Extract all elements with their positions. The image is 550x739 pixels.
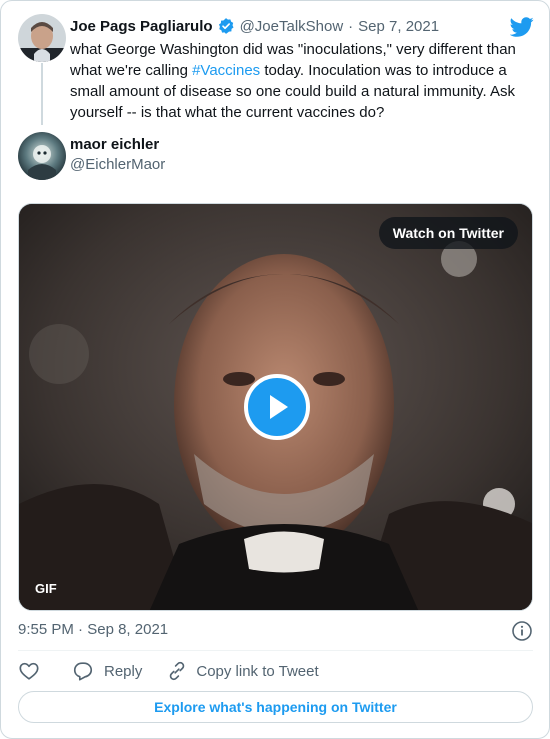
- thread-connector-line: [41, 63, 43, 125]
- gif-media[interactable]: Watch on Twitter GIF: [18, 203, 533, 611]
- play-icon: [264, 393, 290, 421]
- verified-badge-icon: [217, 17, 235, 35]
- reply-icon: [72, 660, 94, 682]
- divider: [18, 650, 533, 651]
- twitter-bird-icon[interactable]: [509, 15, 534, 39]
- tweet-text: what George Washington did was "inoculat…: [70, 39, 530, 123]
- timestamp-time: 9:55 PM: [18, 621, 74, 638]
- gif-label: GIF: [35, 581, 57, 596]
- header-separator: ·: [348, 17, 354, 35]
- explore-twitter-button[interactable]: Explore what's happening on Twitter: [18, 691, 533, 723]
- action-bar: Reply Copy link to Tweet: [18, 659, 319, 683]
- play-button[interactable]: [244, 374, 310, 440]
- link-icon: [166, 660, 188, 682]
- timestamp-separator: ·: [78, 621, 84, 638]
- tweet-embed-card: Joe Pags Pagliarulo @JoeTalkShow · Sep 7…: [0, 0, 550, 739]
- avatar-maor-eichler[interactable]: [18, 132, 66, 180]
- copy-link-button[interactable]: Copy link to Tweet: [166, 660, 319, 682]
- tweet-header: Joe Pags Pagliarulo @JoeTalkShow · Sep 7…: [70, 16, 439, 36]
- heart-icon: [18, 660, 40, 682]
- like-button[interactable]: [18, 660, 40, 682]
- author-name[interactable]: Joe Pags Pagliarulo: [70, 18, 213, 35]
- tweet-timestamp[interactable]: 9:55 PM · Sep 8, 2021: [18, 621, 168, 638]
- reply-author-handle[interactable]: @EichlerMaor: [70, 156, 165, 173]
- reply-label: Reply: [104, 662, 143, 680]
- author-handle[interactable]: @JoeTalkShow: [240, 18, 344, 35]
- timestamp-date: Sep 8, 2021: [87, 621, 169, 638]
- reply-author-name[interactable]: maor eichler: [70, 136, 159, 153]
- watch-on-twitter-button[interactable]: Watch on Twitter: [378, 217, 518, 249]
- avatar-joe-pags[interactable]: [18, 14, 66, 62]
- info-icon[interactable]: [511, 620, 533, 642]
- reply-button[interactable]: Reply: [72, 660, 142, 682]
- copy-link-label: Copy link to Tweet: [196, 662, 319, 680]
- hashtag-link[interactable]: #Vaccines: [192, 62, 260, 79]
- tweet-date[interactable]: Sep 7, 2021: [358, 18, 439, 35]
